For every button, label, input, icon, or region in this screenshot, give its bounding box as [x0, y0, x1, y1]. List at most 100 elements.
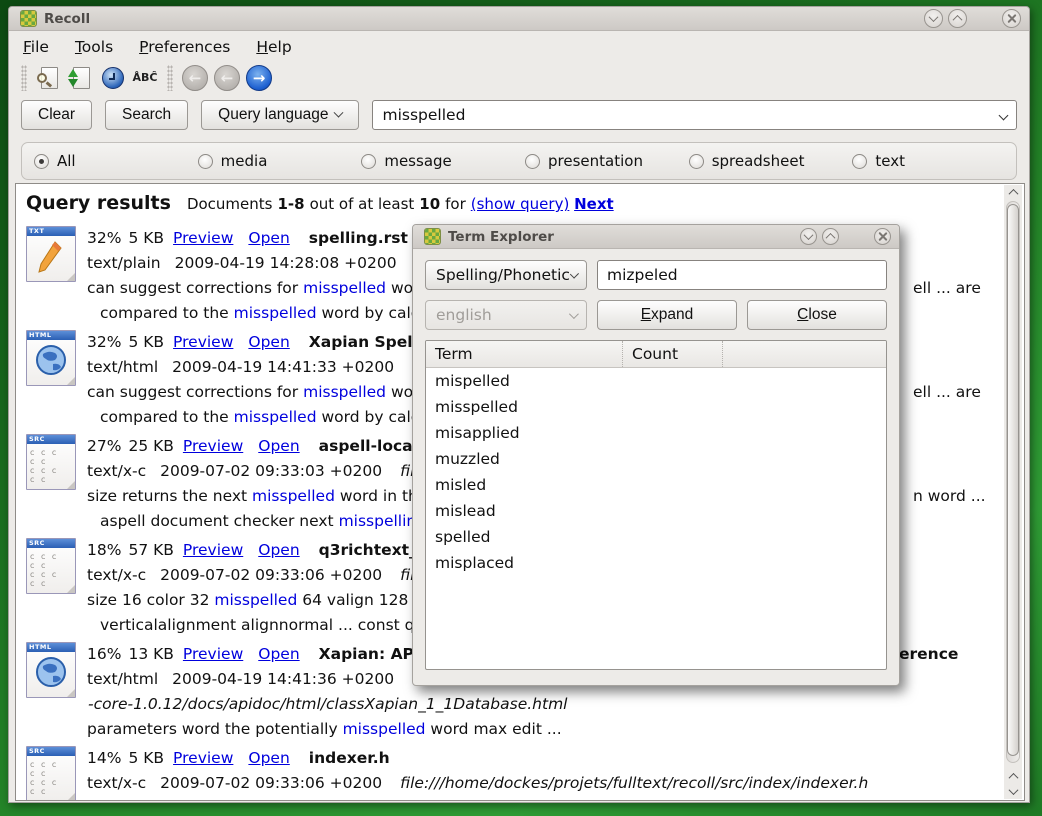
- term-explorer-button[interactable]: ÅBĈ: [131, 64, 159, 92]
- next-page-link[interactable]: Next: [574, 195, 614, 213]
- results-header: Query results Documents 1-8 out of at le…: [26, 192, 994, 222]
- search-button[interactable]: Search: [105, 100, 188, 130]
- close-dialog-button[interactable]: Close: [747, 300, 887, 330]
- menu-file[interactable]: File: [23, 38, 49, 56]
- chevron-down-icon: [334, 107, 344, 117]
- document-preview-button[interactable]: [35, 64, 63, 92]
- menu-help[interactable]: Help: [256, 38, 291, 56]
- sort-parameters-button[interactable]: [67, 64, 95, 92]
- term-table: Term Count mispelled misspelled misappli…: [425, 340, 887, 670]
- menu-tools[interactable]: Tools: [75, 38, 113, 56]
- open-link[interactable]: Open: [248, 229, 289, 247]
- table-row[interactable]: mislead: [426, 498, 886, 524]
- preview-link[interactable]: Preview: [183, 645, 243, 663]
- open-link[interactable]: Open: [258, 437, 299, 455]
- term-table-header[interactable]: Term Count: [426, 341, 886, 368]
- first-page-button[interactable]: ←: [182, 65, 208, 91]
- table-row[interactable]: muzzled: [426, 446, 886, 472]
- preview-link[interactable]: Preview: [173, 333, 233, 351]
- dialog-title: Term Explorer: [448, 229, 800, 245]
- snippet-fragment: n word ...: [913, 484, 986, 509]
- radio-icon: [689, 154, 704, 169]
- maximize-button[interactable]: [948, 9, 967, 28]
- filter-message[interactable]: message: [361, 152, 525, 170]
- next-page-button[interactable]: →: [246, 65, 272, 91]
- term-input[interactable]: [597, 260, 887, 290]
- preview-link[interactable]: Preview: [173, 749, 233, 767]
- radio-icon: [361, 154, 376, 169]
- table-row[interactable]: misapplied: [426, 420, 886, 446]
- open-link[interactable]: Open: [258, 645, 299, 663]
- close-button[interactable]: [1002, 9, 1021, 28]
- previous-page-button[interactable]: ←: [214, 65, 240, 91]
- column-header-term[interactable]: Term: [426, 345, 622, 363]
- src-file-icon: SRC c c cc cc c cc c: [26, 538, 76, 594]
- result-total: 10: [419, 195, 440, 213]
- scrollbar-thumb[interactable]: [1007, 204, 1019, 756]
- arrow-right-icon: →: [253, 69, 266, 87]
- dialog-maximize-button[interactable]: [822, 228, 839, 245]
- result-title: aspell-local.: [319, 437, 424, 455]
- table-row[interactable]: spelled: [426, 524, 886, 550]
- filter-all[interactable]: All: [34, 152, 198, 170]
- clear-button[interactable]: Clear: [21, 100, 92, 130]
- open-link[interactable]: Open: [258, 541, 299, 559]
- preview-link[interactable]: Preview: [183, 541, 243, 559]
- filter-media[interactable]: media: [198, 152, 362, 170]
- recoll-app-icon: [21, 11, 36, 26]
- result-title: Xapian Spelli: [309, 333, 423, 351]
- scrollbar-track[interactable]: [1006, 201, 1020, 763]
- spellcheck-abc-icon: ÅBĈ: [133, 71, 158, 84]
- result-range: 1-8: [277, 195, 304, 213]
- scroll-down-icon[interactable]: [1004, 784, 1022, 799]
- language-dropdown[interactable]: english: [425, 300, 587, 330]
- query-language-dropdown[interactable]: Query language: [201, 100, 359, 130]
- dialog-close-button[interactable]: [874, 228, 891, 245]
- table-row[interactable]: mispelled: [426, 368, 886, 394]
- scroll-up-icon[interactable]: [1004, 185, 1022, 200]
- radio-selected-icon: [34, 154, 49, 169]
- open-link[interactable]: Open: [248, 749, 289, 767]
- table-row[interactable]: misspelled: [426, 394, 886, 420]
- result-title: indexer.h: [309, 749, 390, 767]
- menu-bar: File Tools Preferences Help: [9, 31, 1029, 60]
- results-scrollbar[interactable]: [1004, 185, 1022, 799]
- document-sort-arrows-icon: [73, 67, 90, 89]
- dialog-minimize-button[interactable]: [800, 228, 817, 245]
- filter-spreadsheet[interactable]: spreadsheet: [689, 152, 853, 170]
- open-link[interactable]: Open: [248, 333, 289, 351]
- table-row[interactable]: misled: [426, 472, 886, 498]
- scroll-up-icon[interactable]: [1004, 769, 1022, 784]
- preview-link[interactable]: Preview: [183, 437, 243, 455]
- filter-presentation[interactable]: presentation: [525, 152, 689, 170]
- src-file-icon: SRC c c cc cc c cc c: [26, 746, 76, 801]
- html-file-icon: HTML: [26, 330, 76, 386]
- category-filter-bar: All media message presentation spreadshe…: [21, 142, 1017, 180]
- txt-file-icon: TXT: [26, 226, 76, 282]
- filter-text[interactable]: text: [852, 152, 1016, 170]
- menu-preferences[interactable]: Preferences: [139, 38, 230, 56]
- title-fragment: erence: [899, 642, 958, 667]
- minimize-button[interactable]: [924, 9, 943, 28]
- preview-link[interactable]: Preview: [173, 229, 233, 247]
- recoll-app-icon: [425, 229, 440, 244]
- chevron-down-icon: [569, 309, 579, 319]
- dialog-title-bar[interactable]: Term Explorer: [413, 225, 899, 249]
- toolbar-drag-handle[interactable]: [21, 65, 27, 91]
- show-query-link[interactable]: (show query): [471, 195, 570, 213]
- table-row[interactable]: misplaced: [426, 550, 886, 576]
- clock-icon: [102, 67, 124, 89]
- search-combobox: [372, 100, 1017, 130]
- chevron-down-icon: [570, 269, 579, 278]
- expansion-mode-dropdown[interactable]: Spelling/Phonetic: [425, 260, 587, 290]
- document-history-button[interactable]: [99, 64, 127, 92]
- result-title: spelling.rst: [309, 229, 408, 247]
- column-header-count[interactable]: Count: [622, 341, 722, 367]
- close-icon: [877, 231, 888, 242]
- radio-icon: [525, 154, 540, 169]
- html-file-icon: HTML: [26, 642, 76, 698]
- expand-button[interactable]: Expand: [597, 300, 737, 330]
- arrow-left-icon: ←: [189, 69, 202, 87]
- search-input[interactable]: [372, 100, 1017, 130]
- title-bar[interactable]: Recoll: [9, 7, 1029, 31]
